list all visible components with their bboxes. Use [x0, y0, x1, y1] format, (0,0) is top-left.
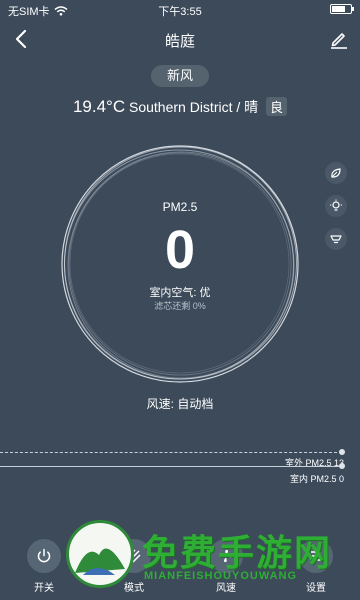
indoor-pm25-point — [339, 463, 345, 469]
watermark: 免费手游网 MIANFEISHOUYOUWANG — [66, 520, 360, 600]
outdoor-pm25-line — [0, 452, 342, 453]
indoor-pm25-line — [0, 466, 342, 467]
power-button[interactable]: 开关 — [24, 539, 64, 594]
pm25-label: PM2.5 — [162, 200, 198, 214]
wind-speed-text: 风速: 自动档 — [146, 397, 214, 411]
battery-icon — [330, 4, 354, 14]
status-time: 下午3:55 — [158, 6, 202, 18]
pm25-gauge: PM2.5 0 室内空气: 优 滤芯还剩 0% — [55, 139, 305, 389]
location-condition: Southern District / 晴 — [129, 99, 259, 115]
indoor-air-quality: 室内空气: 优 — [149, 287, 211, 299]
lamp-button[interactable] — [325, 228, 347, 250]
bulb-icon — [330, 199, 342, 211]
watermark-logo — [66, 520, 134, 588]
light-button[interactable] — [325, 195, 347, 217]
mountain-icon — [75, 548, 125, 575]
power-button-circle — [27, 539, 61, 573]
status-right — [330, 4, 354, 14]
leaf-mode-button[interactable] — [325, 162, 347, 184]
pm25-value: 0 — [164, 220, 196, 280]
page-title: 皓庭 — [164, 33, 195, 50]
outdoor-pm25-point — [339, 449, 345, 455]
leaf-icon — [331, 168, 341, 178]
nav-bar: 皓庭 — [0, 24, 360, 54]
weather-line: 19.4°C Southern District / 晴 良 — [0, 97, 360, 117]
edit-button[interactable] — [328, 28, 350, 50]
indoor-pm25-label: 室内 PM2.5 0 — [289, 474, 344, 484]
watermark-title: 免费手游网 — [142, 532, 333, 573]
air-quality-badge: 良 — [266, 97, 288, 116]
mode-pill[interactable]: 新风 — [151, 65, 209, 87]
lamp-icon — [330, 235, 342, 244]
status-bar: 无SIM卡 下午3:55 — [0, 0, 360, 20]
pencil-icon — [331, 33, 347, 49]
outdoor-temperature: 19.4°C — [72, 97, 126, 116]
pm25-trend-chart: 室外 PM2.5 13 室内 PM2.5 0 — [0, 442, 360, 487]
power-icon — [37, 548, 51, 563]
battery-level — [332, 6, 345, 12]
outdoor-pm25-label: 室外 PM2.5 13 — [284, 458, 344, 468]
filter-remaining: 滤芯还剩 0% — [154, 301, 206, 311]
power-label: 开关 — [34, 583, 54, 594]
watermark-subtitle: MIANFEISHOUYOUWANG — [144, 570, 298, 582]
